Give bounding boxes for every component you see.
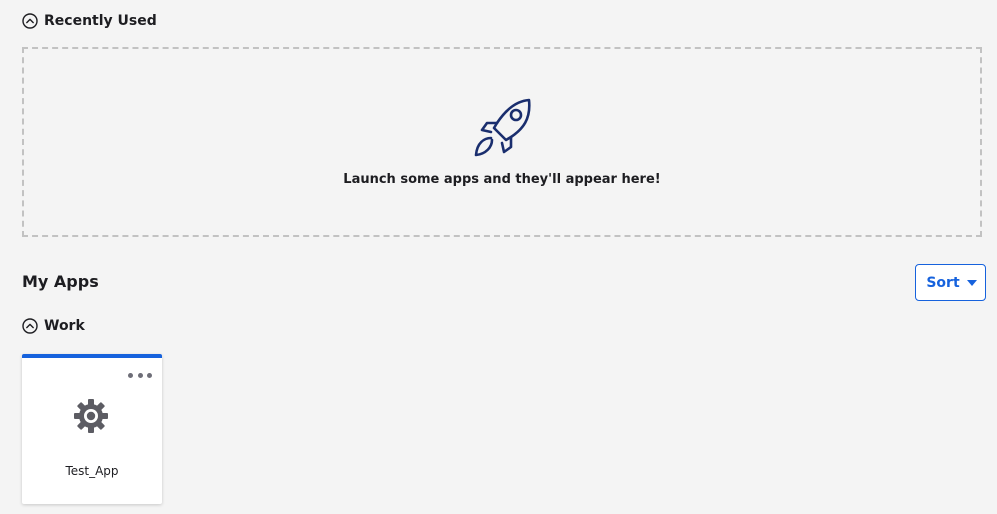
empty-state-message: Launch some apps and they'll appear here… — [343, 172, 661, 187]
more-horizontal-icon[interactable] — [128, 370, 152, 380]
sort-button[interactable]: Sort — [915, 264, 986, 301]
recently-used-toggle[interactable]: Recently Used — [22, 13, 157, 29]
app-tile-test-app[interactable]: Test_App — [22, 354, 162, 504]
sort-button-label: Sort — [926, 274, 960, 291]
more-dot — [147, 372, 152, 378]
rocket-icon — [471, 97, 533, 159]
chevron-up-circle-icon — [22, 318, 38, 334]
work-group-toggle[interactable]: Work — [22, 318, 85, 334]
app-name: Test_App — [65, 464, 119, 478]
caret-down-icon — [966, 279, 977, 286]
gear-icon — [73, 398, 109, 434]
more-dot — [137, 372, 143, 378]
more-dot — [128, 372, 133, 378]
chevron-up-circle-icon — [22, 13, 38, 29]
work-group-title: Work — [44, 318, 85, 334]
recently-used-title: Recently Used — [44, 13, 157, 29]
my-apps-title: My Apps — [22, 272, 99, 291]
recently-used-empty-state: Launch some apps and they'll appear here… — [22, 47, 982, 237]
